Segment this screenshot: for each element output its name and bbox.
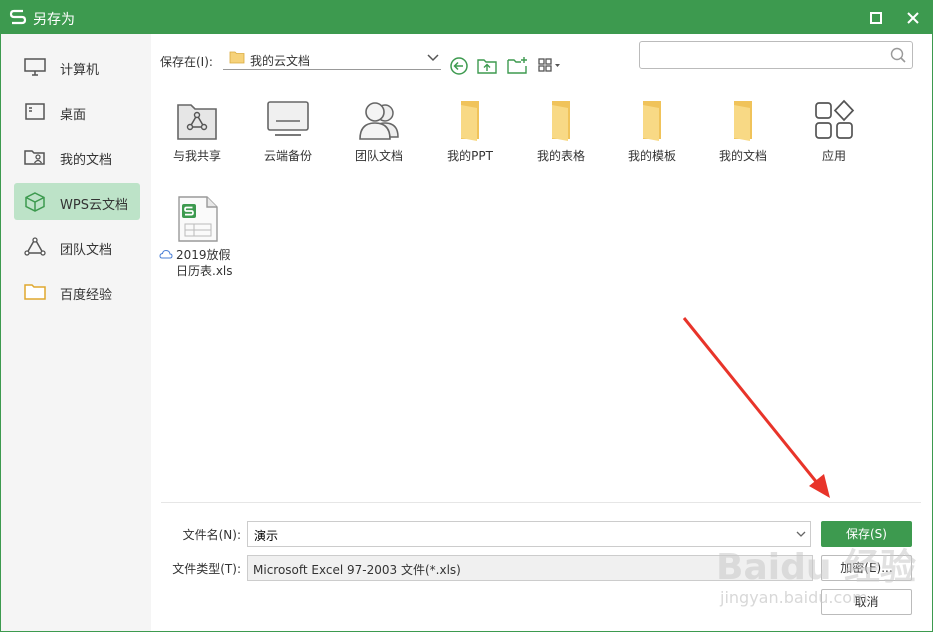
item-label: 云端备份	[263, 149, 312, 163]
folder-icon	[24, 284, 46, 300]
sidebar-item-label: 团队文档	[60, 243, 113, 258]
search-box[interactable]	[639, 41, 913, 69]
filetype-value: Microsoft Excel 97-2003 文件(*.xls)	[253, 563, 461, 577]
file-name-line2: 日历表.xls	[176, 264, 233, 278]
sidebar-item-label: 桌面	[60, 108, 87, 123]
chevron-down-icon	[427, 54, 439, 62]
save-in-path: 我的云文档	[250, 54, 311, 68]
item-label: 团队文档	[354, 149, 403, 163]
item-team-docs[interactable]: 团队文档	[341, 99, 417, 169]
desktop-icon	[25, 103, 45, 120]
save-in-dropdown[interactable]: 我的云文档	[223, 47, 441, 70]
filename-label: 文件名(N):	[182, 528, 241, 542]
team-docs-icon	[359, 102, 399, 140]
title-bar: 另存为	[1, 1, 932, 34]
folder-icon	[461, 101, 479, 141]
item-apps[interactable]: 应用	[796, 99, 872, 169]
search-input[interactable]	[644, 45, 884, 65]
apps-icon	[815, 99, 855, 139]
monitor-icon	[24, 58, 46, 76]
sidebar-item-team-docs[interactable]: 团队文档	[14, 228, 140, 265]
file-name-line1: 2019放假	[176, 248, 231, 262]
sidebar-item-label: 计算机	[60, 63, 100, 78]
item-label: 应用	[821, 149, 846, 163]
spreadsheet-file-icon	[178, 196, 218, 242]
watermark-text: Baidu 经验	[716, 547, 917, 588]
sidebar-item-wps-cloud[interactable]: WPS云文档	[14, 183, 140, 220]
item-label: 我的文档	[718, 149, 767, 163]
item-my-ppt[interactable]: 我的PPT	[432, 99, 508, 169]
item-label: 我的表格	[536, 149, 585, 163]
item-label: 与我共享	[172, 149, 221, 163]
baidu-watermark: Baidu 经验 jingyan.baidu.com	[716, 520, 926, 620]
maximize-icon[interactable]	[867, 9, 885, 27]
folder-icon	[734, 101, 752, 141]
sidebar-item-label: 我的文档	[60, 153, 113, 168]
sidebar-item-baidu-jingyan[interactable]: 百度经验	[14, 273, 140, 310]
share-folder-icon	[177, 104, 217, 140]
item-my-templates[interactable]: 我的模板	[614, 99, 690, 169]
item-my-spreadsheets[interactable]: 我的表格	[523, 99, 599, 169]
item-cloud-backup[interactable]: 云端备份	[250, 99, 326, 169]
folder-icon	[643, 101, 661, 141]
item-label: 我的PPT	[447, 149, 493, 163]
back-icon[interactable]	[449, 56, 469, 76]
search-icon[interactable]	[889, 46, 907, 64]
sidebar-item-label: WPS云文档	[60, 198, 128, 213]
folder-icon	[552, 101, 570, 141]
filename-input[interactable]	[252, 525, 786, 545]
view-mode-icon[interactable]	[537, 56, 565, 76]
filetype-label: 文件类型(T):	[172, 562, 241, 576]
item-my-documents[interactable]: 我的文档	[705, 99, 781, 169]
cloud-backup-icon	[267, 101, 309, 136]
sidebar-item-desktop[interactable]: 桌面	[14, 93, 140, 130]
user-folder-icon	[24, 150, 45, 165]
new-folder-icon[interactable]	[507, 56, 527, 76]
sidebar: 计算机 桌面 我的文档 WPS云文档 团队文档 百度经验	[1, 34, 151, 631]
team-icon	[24, 237, 46, 256]
sidebar-item-label: 百度经验	[60, 288, 113, 303]
save-in-label: 保存在(I):	[160, 55, 213, 69]
item-shared-with-me[interactable]: 与我共享	[159, 99, 235, 169]
dialog-title: 另存为	[33, 12, 75, 28]
sidebar-item-my-documents[interactable]: 我的文档	[14, 138, 140, 175]
close-icon[interactable]	[903, 8, 923, 28]
sidebar-item-computer[interactable]: 计算机	[14, 48, 140, 85]
folder-icon	[229, 51, 245, 64]
file-item-xls[interactable]: 2019放假 日历表.xls	[159, 196, 249, 286]
wps-logo-icon	[9, 9, 27, 25]
cube-icon	[25, 192, 45, 212]
up-folder-icon[interactable]	[477, 56, 497, 76]
cloud-sync-icon	[159, 249, 173, 259]
item-label: 我的模板	[627, 149, 676, 163]
watermark-url: jingyan.baidu.com	[720, 588, 868, 607]
